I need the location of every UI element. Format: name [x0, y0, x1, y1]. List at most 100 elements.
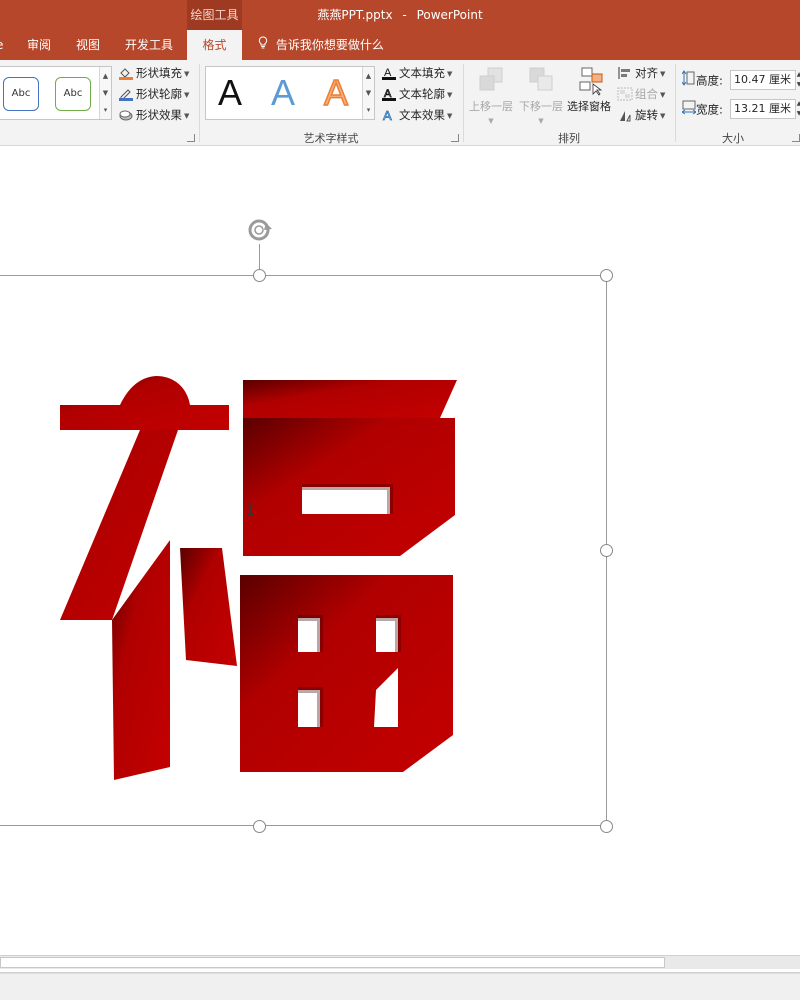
text-effects-label: 文本效果 [399, 108, 445, 122]
title-bar: 绘图工具 燕燕PPT.pptx - PowerPoint [0, 0, 800, 30]
wordart-sample-blue[interactable]: A [263, 71, 303, 115]
arrange-group-label: 排列 [558, 132, 580, 145]
chevron-down-icon: ▼ [660, 111, 666, 120]
shape-outline-label: 形状轮廓 [136, 87, 182, 101]
resize-handle-top[interactable] [253, 269, 266, 282]
height-spinner[interactable]: ▲ ▼ [796, 70, 800, 90]
tab-view[interactable]: 视图 [76, 30, 100, 60]
resize-handle-bottom[interactable] [253, 820, 266, 833]
align-icon [617, 66, 633, 80]
tell-me-search[interactable]: 告诉我你想要做什么 [256, 30, 384, 60]
wordart-launcher-icon[interactable] [451, 134, 459, 142]
gallery-more-icon[interactable]: ▾ [363, 101, 374, 119]
shape-fill-label: 形状填充 [136, 66, 182, 80]
text-fill-button[interactable]: A 文本填充 ▼ [381, 63, 452, 83]
gallery-up-icon[interactable]: ▲ [363, 67, 374, 85]
horizontal-scroll-thumb[interactable] [0, 957, 665, 968]
lightbulb-icon [256, 30, 270, 60]
drawing-tools-context-label: 绘图工具 [187, 0, 242, 30]
chevron-down-icon: ▼ [447, 111, 453, 120]
send-backward-icon [526, 66, 556, 96]
document-title: 燕燕PPT.pptx [317, 8, 393, 22]
text-fill-label: 文本填充 [399, 66, 445, 80]
size-launcher-icon[interactable] [792, 134, 800, 142]
gallery-more-icon[interactable]: ▾ [100, 101, 111, 119]
shape-gallery-scroll: ▲ ▼ ▾ [99, 67, 111, 119]
text-effects-icon: A [381, 107, 397, 123]
resize-handle-top-right[interactable] [600, 269, 613, 282]
chevron-down-icon: ▼ [488, 117, 494, 125]
shape-style-sample-1[interactable]: Abc [3, 77, 39, 111]
chevron-down-icon: ▼ [184, 111, 190, 120]
gallery-up-icon[interactable]: ▲ [100, 67, 111, 85]
rotate-handle-icon[interactable] [246, 217, 274, 245]
width-label-text: 宽度: [696, 102, 723, 117]
text-cursor-icon: I [246, 503, 255, 519]
resize-handle-right[interactable] [600, 544, 613, 557]
chevron-down-icon: ▼ [447, 69, 453, 78]
chevron-down-icon: ▼ [538, 117, 544, 125]
width-label: 宽度: [681, 99, 723, 121]
pen-icon [118, 87, 134, 101]
shape-style-sample-2[interactable]: Abc [55, 77, 91, 111]
tab-developer[interactable]: 开发工具 [125, 30, 173, 60]
paint-bucket-icon [118, 66, 134, 80]
title-separator: - [402, 8, 407, 22]
wordart-gallery: A A A ▲ ▼ ▾ [205, 66, 375, 120]
tell-me-text: 告诉我你想要做什么 [275, 38, 384, 52]
tab-format[interactable]: 格式 [187, 30, 242, 60]
group-button[interactable]: 组合 ▼ [617, 84, 665, 104]
shape-outline-button[interactable]: 形状轮廓 ▼ [118, 84, 189, 104]
shape-fill-button[interactable]: 形状填充 ▼ [118, 63, 189, 83]
group-icon [617, 87, 633, 101]
height-label-text: 高度: [696, 73, 723, 88]
bring-forward-button[interactable]: 上移一层 ▼ [466, 66, 516, 128]
send-backward-button[interactable]: 下移一层 ▼ [516, 66, 566, 128]
selection-pane-label: 选择窗格 [567, 100, 611, 113]
align-button[interactable]: 对齐 ▼ [617, 63, 665, 83]
shape-styles-launcher-icon[interactable] [187, 134, 195, 142]
selection-pane-button[interactable]: 选择窗格 [564, 66, 614, 114]
slide-canvas[interactable]: I 福 [0, 147, 800, 955]
status-bar [0, 973, 800, 1000]
shape-styles-gallery: Abc Abc ▲ ▼ ▾ [0, 66, 112, 120]
height-input[interactable]: 10.47 厘米 [730, 70, 796, 90]
rotate-button[interactable]: 旋转 ▼ [617, 105, 665, 125]
align-label: 对齐 [635, 66, 658, 80]
rotate-label: 旋转 [635, 108, 658, 122]
chevron-down-icon: ▼ [184, 90, 190, 99]
size-group-label: 大小 [722, 132, 744, 145]
text-outline-button[interactable]: A 文本轮廓 ▼ [381, 84, 452, 104]
text-outline-icon: A [381, 87, 397, 101]
text-outline-label: 文本轮廓 [399, 87, 445, 101]
ribbon-format: Abc Abc ▲ ▼ ▾ 形状填充 ▼ 形状轮廓 ▼ 形状效果 ▼ A A A ▲ … [0, 60, 800, 146]
wordart-group-label: 艺术字样式 [303, 132, 359, 145]
bring-forward-icon [476, 66, 506, 96]
shape-effects-icon [118, 108, 134, 122]
selection-pane-icon [574, 66, 604, 96]
shape-effects-button[interactable]: 形状效果 ▼ [118, 105, 189, 125]
chevron-down-icon: ▼ [660, 69, 666, 78]
tab-review[interactable]: 审阅 [27, 30, 51, 60]
height-label: 高度: [681, 70, 723, 90]
horizontal-scrollbar[interactable] [0, 955, 800, 969]
wordart-sample-orange[interactable]: A [316, 71, 356, 115]
gallery-down-icon[interactable]: ▼ [363, 84, 374, 102]
rotate-icon [617, 108, 633, 122]
resize-handle-bottom-right[interactable] [600, 820, 613, 833]
app-name: PowerPoint [416, 8, 483, 22]
text-fill-icon: A [381, 66, 397, 80]
ribbon-tabs: e 审阅 视图 开发工具 格式 告诉我你想要做什么 [0, 30, 800, 60]
wordart-gallery-scroll: ▲ ▼ ▾ [362, 67, 374, 119]
tab-partial[interactable]: e [0, 30, 3, 60]
gallery-down-icon[interactable]: ▼ [100, 84, 111, 102]
send-backward-label: 下移一层 [519, 100, 563, 113]
selection-frame[interactable] [0, 275, 607, 826]
wordart-sample-black[interactable]: A [210, 71, 250, 115]
text-effects-button[interactable]: A 文本效果 ▼ [381, 105, 453, 125]
width-icon [681, 99, 697, 121]
window-title: 燕燕PPT.pptx - PowerPoint [0, 0, 800, 30]
svg-text:A: A [383, 108, 392, 122]
width-spinner[interactable]: ▲ ▼ [796, 99, 800, 119]
width-input[interactable]: 13.21 厘米 [730, 99, 796, 119]
